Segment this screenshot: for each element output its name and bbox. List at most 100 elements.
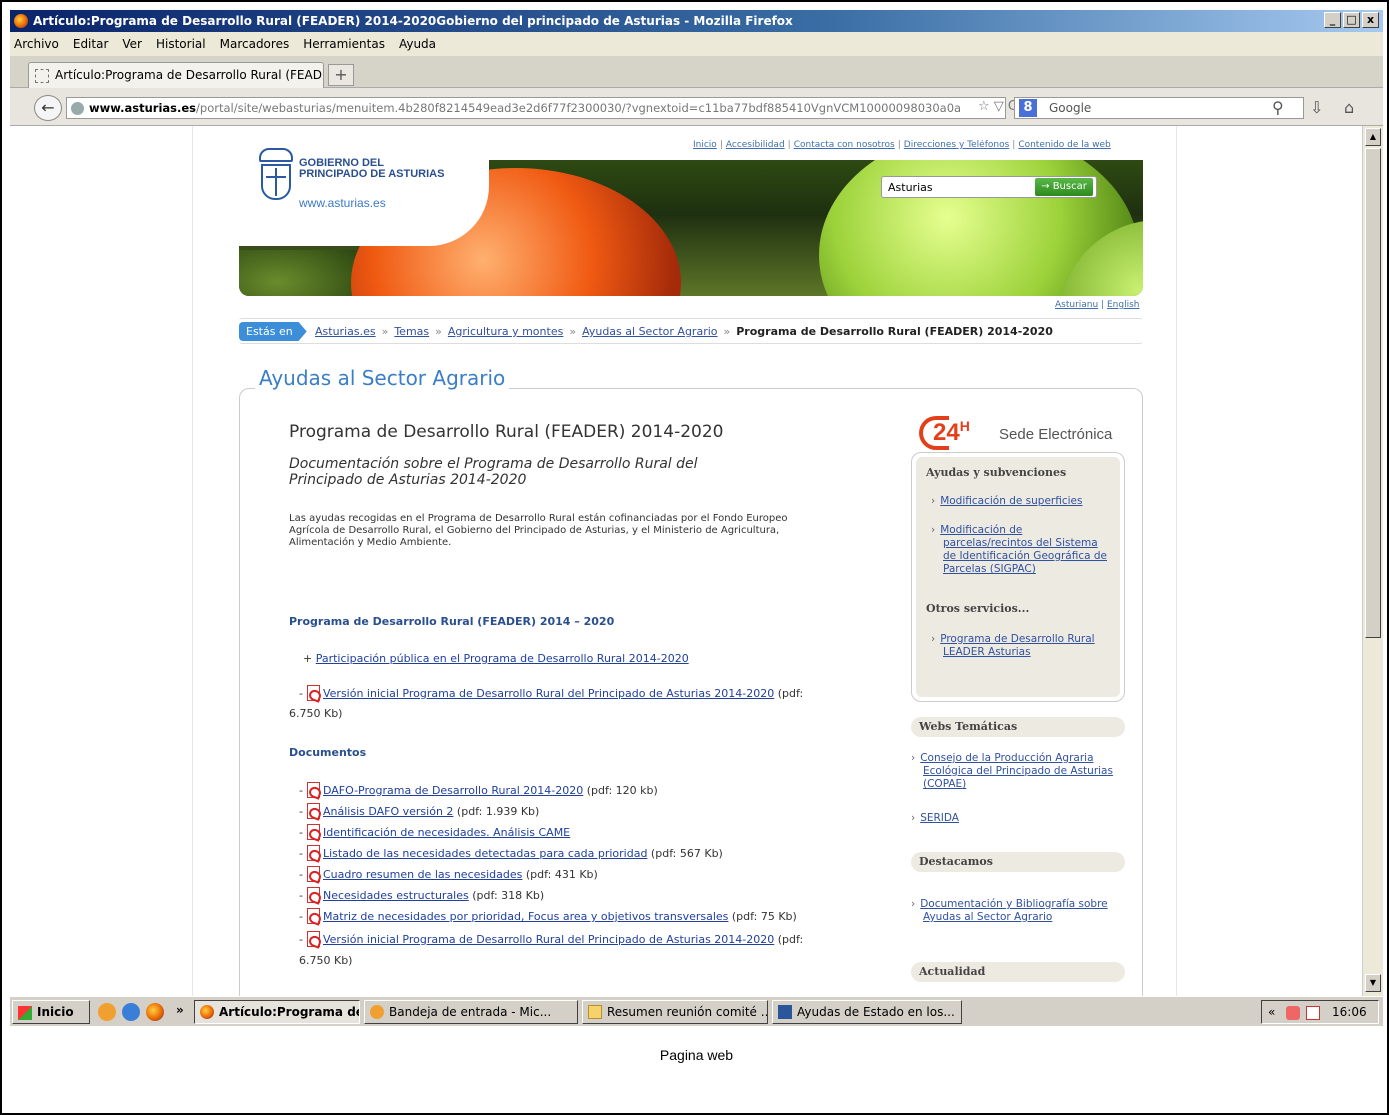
breadcrumb-temas[interactable]: Temas (394, 325, 429, 338)
firefox-quicklaunch-icon[interactable] (146, 1003, 164, 1021)
toplink-contenido[interactable]: Contenido de la web (1018, 140, 1110, 150)
lang-english[interactable]: English (1107, 300, 1140, 310)
outlook-quicklaunch-icon[interactable] (98, 1003, 116, 1021)
doc-link[interactable]: Matriz de necesidades por prioridad, Foc… (323, 910, 728, 923)
toplink-direcciones[interactable]: Direcciones y Teléfonos (904, 140, 1009, 150)
task-outlook[interactable]: Bandeja de entrada - Mic... (364, 1000, 578, 1024)
tray-arrow-icon[interactable] (1306, 1006, 1320, 1020)
menu-ayuda[interactable]: Ayuda (399, 37, 436, 51)
doc-link[interactable]: Versión inicial Programa de Desarrollo R… (323, 933, 774, 946)
otros-heading: Otros servicios... (926, 602, 1030, 615)
toplink-contacta[interactable]: Contacta con nosotros (794, 140, 895, 150)
doc-size: (pdf: 318 Kb) (468, 889, 545, 902)
list-item: - Cuadro resumen de las necesidades (pdf:… (299, 866, 598, 882)
sede-h: H (959, 418, 970, 434)
breadcrumb-current: Programa de Desarrollo Rural (FEADER) 20… (736, 325, 1053, 338)
start-button[interactable]: Inicio (12, 1000, 90, 1024)
doc-link[interactable]: Análisis DAFO versión 2 (323, 805, 453, 818)
menu-historial[interactable]: Historial (156, 37, 206, 51)
sede-24: 24 (933, 419, 960, 446)
menu-marcadores[interactable]: Marcadores (220, 37, 290, 51)
menu-herramientas[interactable]: Herramientas (303, 37, 385, 51)
logo-url: www.asturias.es (299, 196, 386, 210)
menu-ver[interactable]: Ver (122, 37, 142, 51)
version-inicial-link[interactable]: Versión inicial Programa de Desarrollo R… (323, 687, 774, 700)
search-engine-name: Google (1049, 101, 1092, 115)
breadcrumb-ayudas[interactable]: Ayudas al Sector Agrario (582, 325, 717, 338)
speaker-icon[interactable] (1286, 1006, 1300, 1020)
page-subtitle: Documentación sobre el Programa de Desar… (289, 456, 698, 488)
back-button[interactable]: ← (34, 95, 62, 121)
task-firefox[interactable]: Artículo:Programa de ... (194, 1000, 360, 1024)
breadcrumb-label: Estás en (239, 322, 307, 341)
quicklaunch-overflow[interactable]: » (176, 1003, 184, 1017)
doc-size: (pdf: 75 Kb) (728, 910, 797, 923)
scroll-down-arrow-icon[interactable]: ▼ (1365, 974, 1381, 992)
sede-electronica-logo[interactable]: 24H Sede Electrónica (919, 416, 1129, 450)
webs-heading: Webs Temáticas (911, 717, 1125, 737)
doc-link[interactable]: Cuadro resumen de las necesidades (323, 868, 522, 881)
menu-archivo[interactable]: Archivo (14, 37, 59, 51)
sidebar-link-serida[interactable]: › SERIDA (911, 812, 959, 825)
envelope-icon (588, 1005, 602, 1019)
home-icon[interactable]: ⌂ (1344, 98, 1354, 117)
doc-link[interactable]: DAFO-Programa de Desarrollo Rural 2014-2… (323, 784, 583, 797)
page-icon (35, 69, 49, 83)
search-magnifier-icon[interactable]: ⚲ (1272, 98, 1284, 117)
scroll-up-arrow-icon[interactable]: ▲ (1365, 128, 1381, 146)
doc-link[interactable]: Listado de las necesidades detectadas pa… (323, 847, 647, 860)
ie-quicklaunch-icon[interactable] (122, 1003, 140, 1021)
pdf-icon (306, 845, 320, 861)
destacamos-heading: Destacamos (911, 852, 1125, 872)
new-tab-button[interactable]: + (328, 64, 354, 86)
sidebar-link-sigpac[interactable]: › Modificación de parcelas/recintos del S… (931, 524, 1113, 576)
close-button[interactable]: x (1362, 12, 1379, 28)
cross-shield-icon (261, 164, 291, 200)
doc-link[interactable]: Necesidades estructurales (323, 889, 469, 902)
doc-link[interactable]: Identificación de necesidades. Análisis … (323, 826, 570, 839)
back-arrow-icon: ← (41, 98, 55, 117)
participacion-link[interactable]: Participación pública en el Programa de … (316, 652, 689, 665)
sidebar-link-leader[interactable]: › Programa de Desarrollo Rural LEADER Ast… (931, 633, 1113, 659)
clock[interactable]: 16:06 (1332, 1005, 1367, 1019)
browser-tab[interactable]: Artículo:Programa de Desarrollo Rural (F… (28, 62, 324, 88)
lang-asturianu[interactable]: Asturianu (1055, 300, 1098, 310)
pdf-icon (306, 908, 320, 924)
sede-text: Sede Electrónica (999, 426, 1113, 443)
documents-list: - DAFO-Programa de Desarrollo Rural 2014-… (289, 782, 809, 967)
web-page: Inicio | Accesibilidad | Contacta con nosotr… (192, 126, 1177, 996)
doc-size: (pdf: 120 kb) (583, 784, 658, 797)
top-links: Inicio | Accesibilidad | Contacta con nosotr… (693, 140, 1111, 150)
menu-editar[interactable]: Editar (73, 37, 109, 51)
maximize-button[interactable]: □ (1343, 12, 1360, 28)
download-icon[interactable]: ⇩ (1310, 98, 1323, 117)
google-icon: 8 (1019, 99, 1037, 117)
task-email[interactable]: Resumen reunión comité ... (582, 1000, 768, 1024)
vertical-scrollbar[interactable]: ▲ ▼ (1362, 126, 1383, 996)
sidebar-link-superficies[interactable]: › Modificación de superficies (931, 495, 1121, 508)
crown-icon (259, 148, 293, 162)
task-word[interactable]: Ayudas de Estado en los... (772, 1000, 962, 1024)
url-bar[interactable]: www.asturias.es/portal/site/webasturias/… (66, 97, 1006, 119)
sidebar-link-copae[interactable]: › Consejo de la Producción Agraria Ecológ… (911, 752, 1121, 791)
search-engine-box[interactable]: 8 Google (1014, 97, 1304, 119)
scrollbar-thumb[interactable] (1365, 148, 1381, 638)
logo-line2: PRINCIPADO DE ASTURIAS (299, 168, 445, 180)
buscar-button[interactable]: → Buscar (1035, 178, 1093, 196)
toplink-inicio[interactable]: Inicio (693, 140, 717, 150)
tray-expand-button[interactable]: « (1268, 1005, 1275, 1019)
logo-panel[interactable]: GOBIERNO DEL PRINCIPADO DE ASTURIAS www.… (239, 138, 489, 246)
programa-heading: Programa de Desarrollo Rural (FEADER) 20… (289, 615, 615, 628)
sidebar-link-documentacion[interactable]: › Documentación y Bibliografía sobre Ayud… (911, 898, 1117, 924)
windows-taskbar: Inicio » Artículo:Programa de ... Bandej… (10, 996, 1383, 1026)
pdf-icon (306, 685, 320, 701)
intro-paragraph: Las ayudas recogidas en el Programa de D… (289, 513, 788, 548)
breadcrumb-asturias[interactable]: Asturias.es (315, 325, 376, 338)
list-item: - Necesidades estructurales (pdf: 318 Kb) (299, 887, 545, 903)
doc-size: (pdf: 567 Kb) (647, 847, 723, 860)
minimize-button[interactable]: _ (1324, 12, 1341, 28)
language-links: Asturianu | English (1055, 300, 1140, 310)
breadcrumb-agricultura[interactable]: Agricultura y montes (448, 325, 563, 338)
url-bar-icons[interactable]: ☆ ▽ C (978, 99, 1017, 114)
toplink-accesibilidad[interactable]: Accesibilidad (726, 140, 785, 150)
